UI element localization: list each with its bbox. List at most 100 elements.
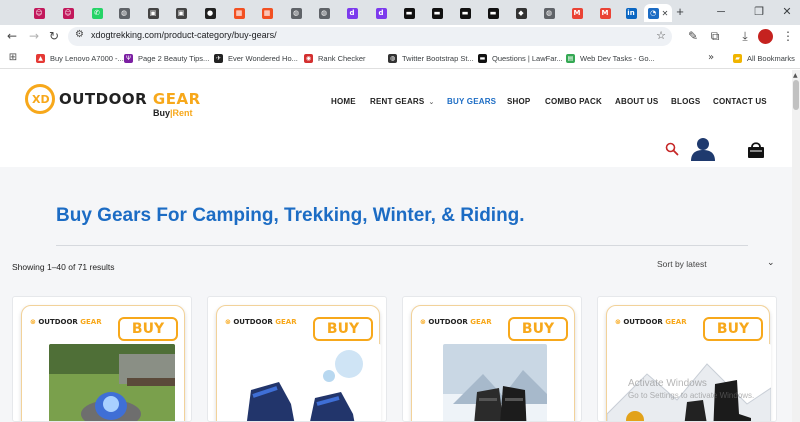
browser-tab[interactable]: ▦ bbox=[226, 4, 252, 22]
page-scrollbar[interactable]: ▲ bbox=[792, 70, 800, 422]
recipe-tab-icon: ☺ bbox=[33, 7, 45, 19]
forward-icon[interactable]: → bbox=[26, 28, 42, 44]
dark-tab-icon: ▬ bbox=[459, 7, 471, 19]
d-tab-icon: d bbox=[375, 7, 387, 19]
browser-tab[interactable]: ✆ bbox=[84, 4, 110, 22]
browser-tab[interactable]: ◍ bbox=[111, 4, 137, 22]
bookmark-item[interactable]: ▬ Questions | LawFar... bbox=[478, 52, 563, 65]
bookmark-star-icon[interactable]: ☆ bbox=[656, 29, 666, 42]
bookmark-favicon-icon: ▬ bbox=[478, 54, 487, 63]
whatsapp-tab-icon: ✆ bbox=[91, 7, 103, 19]
product-image-frame: ⊗ OUTDOOR GEAR BUY bbox=[411, 305, 575, 421]
nav-item-label: SHOP bbox=[507, 97, 531, 106]
bookmark-item[interactable]: ▤ Web Dev Tasks - Go... bbox=[566, 52, 655, 65]
address-bar[interactable]: ⚙ xdogtrekking.com/product-category/buy-… bbox=[68, 27, 672, 46]
product-brand-logo: ⊗ OUTDOOR GEAR bbox=[420, 318, 492, 326]
apps-grid-icon[interactable]: ⊞ bbox=[5, 50, 21, 66]
browser-tab[interactable]: ◍ bbox=[311, 4, 337, 22]
bookmark-favicon-icon: ◍ bbox=[388, 54, 397, 63]
browser-tab[interactable]: ☺ bbox=[26, 4, 52, 22]
browser-tab[interactable]: ▬ bbox=[396, 4, 422, 22]
product-brand-logo: ⊗ OUTDOOR GEAR bbox=[615, 318, 687, 326]
browser-tab[interactable]: ● bbox=[197, 4, 223, 22]
browser-tab[interactable]: d bbox=[339, 4, 365, 22]
bookmark-item[interactable]: ▲ Buy Lenovo A7000 -... bbox=[36, 52, 124, 65]
all-bookmarks-label: All Bookmarks bbox=[747, 54, 795, 63]
browser-tab[interactable]: ▣ bbox=[140, 4, 166, 22]
browser-tab[interactable]: ▬ bbox=[480, 4, 506, 22]
minimize-button[interactable]: ─ bbox=[706, 3, 736, 21]
nav-item-rent-gears[interactable]: RENT GEARS ⌄ bbox=[370, 97, 435, 106]
download-icon[interactable]: ⤓ bbox=[737, 28, 753, 44]
folder-icon: ▰ bbox=[733, 54, 742, 63]
nav-item-shop[interactable]: SHOP bbox=[507, 97, 530, 106]
browser-tab[interactable]: ◍ bbox=[283, 4, 309, 22]
new-tab-button[interactable]: + bbox=[672, 4, 688, 20]
windows-tab-icon: ▦ bbox=[233, 7, 245, 19]
gmail-tab-icon: M bbox=[571, 7, 583, 19]
globe-tab-icon: ◍ bbox=[543, 7, 555, 19]
extensions-puzzle-icon[interactable]: ⧉ bbox=[707, 28, 723, 44]
bookmark-item[interactable]: ✈ Ever Wondered Ho... bbox=[214, 52, 298, 65]
xd-logo-mark: XD bbox=[25, 84, 55, 114]
browser-tab[interactable]: ▣ bbox=[168, 4, 194, 22]
active-tab-icon: ◔ bbox=[647, 7, 659, 19]
product-card[interactable]: ⊗ OUTDOOR GEAR BUY bbox=[597, 296, 777, 422]
user-account-icon[interactable] bbox=[690, 137, 716, 161]
browser-tab[interactable]: ☺ bbox=[55, 4, 81, 22]
nav-item-contact-us[interactable]: CONTACT US bbox=[713, 97, 767, 106]
address-url[interactable]: xdogtrekking.com/product-category/buy-ge… bbox=[91, 30, 277, 40]
browser-toolbar: ← → ↻ ⚙ xdogtrekking.com/product-categor… bbox=[0, 25, 800, 48]
browser-tab[interactable]: ▬ bbox=[424, 4, 450, 22]
scrollbar-thumb[interactable] bbox=[793, 80, 799, 110]
reload-icon[interactable]: ↻ bbox=[46, 28, 62, 44]
browser-tab[interactable]: M bbox=[564, 4, 590, 22]
all-bookmarks-folder[interactable]: ▰ All Bookmarks bbox=[733, 52, 795, 65]
winter-gloves-photo bbox=[443, 344, 547, 421]
browser-tab[interactable]: in bbox=[618, 4, 644, 22]
extension-pen-icon[interactable]: ✎ bbox=[685, 28, 701, 44]
profile-avatar[interactable] bbox=[758, 29, 773, 44]
product-card[interactable]: ⊗ OUTDOOR GEAR BUY bbox=[402, 296, 582, 422]
more-bookmarks-chevron-icon[interactable]: » bbox=[703, 50, 719, 66]
cart-icon[interactable] bbox=[746, 140, 766, 160]
browser-menu-icon[interactable]: ⋮ bbox=[780, 28, 796, 44]
scroll-up-arrow-icon[interactable]: ▲ bbox=[793, 72, 798, 79]
product-brand-logo: ⊗ OUTDOOR GEAR bbox=[30, 318, 102, 326]
browser-tab-active[interactable]: ◔ ✕ bbox=[644, 4, 672, 22]
nav-item-label: ABOUT US bbox=[615, 97, 659, 106]
product-card[interactable]: ⊗ OUTDOOR GEAR BUY bbox=[12, 296, 192, 422]
bookmark-item[interactable]: ◍ Twitter Bootstrap St... bbox=[388, 52, 474, 65]
gmail-tab-icon: M bbox=[599, 7, 611, 19]
browser-tab[interactable]: M bbox=[592, 4, 618, 22]
close-window-button[interactable]: ✕ bbox=[772, 3, 800, 21]
search-icon[interactable] bbox=[665, 142, 679, 156]
bookmark-label: Ever Wondered Ho... bbox=[228, 54, 298, 63]
globe-tab-icon: ◍ bbox=[118, 7, 130, 19]
site-header: XD OUTDOOR GEAR Buy|Rent HOME RENT GEARS ⌄… bbox=[0, 70, 792, 167]
browser-tab[interactable]: ▦ bbox=[254, 4, 280, 22]
nav-item-label: HOME bbox=[331, 97, 356, 106]
back-icon[interactable]: ← bbox=[4, 28, 20, 44]
nav-item-about-us[interactable]: ABOUT US bbox=[615, 97, 658, 106]
globe-tab-icon: ◍ bbox=[290, 7, 302, 19]
product-card[interactable]: ⊗ OUTDOOR GEAR BUY bbox=[207, 296, 387, 422]
close-tab-icon[interactable]: ✕ bbox=[662, 9, 669, 18]
browser-tab[interactable]: ▬ bbox=[452, 4, 478, 22]
sort-select[interactable]: Sort by latest ⌄ bbox=[640, 257, 780, 273]
browser-tab[interactable]: ◍ bbox=[536, 4, 562, 22]
chevron-down-icon[interactable]: ⌄ bbox=[428, 98, 434, 106]
nav-item-home[interactable]: HOME bbox=[331, 97, 356, 106]
nav-item-blogs[interactable]: BLOGS bbox=[671, 97, 700, 106]
browser-tab[interactable]: ◆ bbox=[508, 4, 534, 22]
nav-item-combo-pack[interactable]: COMBO PACK bbox=[545, 97, 602, 106]
site-logo[interactable]: XD OUTDOOR GEAR Buy|Rent bbox=[25, 84, 205, 118]
nav-item-buy-gears[interactable]: BUY GEARS bbox=[447, 97, 496, 106]
browser-tab[interactable]: d bbox=[368, 4, 394, 22]
site-info-icon[interactable]: ⚙ bbox=[75, 29, 84, 40]
bookmark-item[interactable]: ◉ Rank Checker bbox=[304, 52, 366, 65]
bookmark-item[interactable]: Ψ Page 2 Beauty Tips... bbox=[124, 52, 209, 65]
d-tab-icon: d bbox=[346, 7, 358, 19]
restore-button[interactable]: ❐ bbox=[744, 3, 774, 21]
nav-item-label: BLOGS bbox=[671, 97, 701, 106]
